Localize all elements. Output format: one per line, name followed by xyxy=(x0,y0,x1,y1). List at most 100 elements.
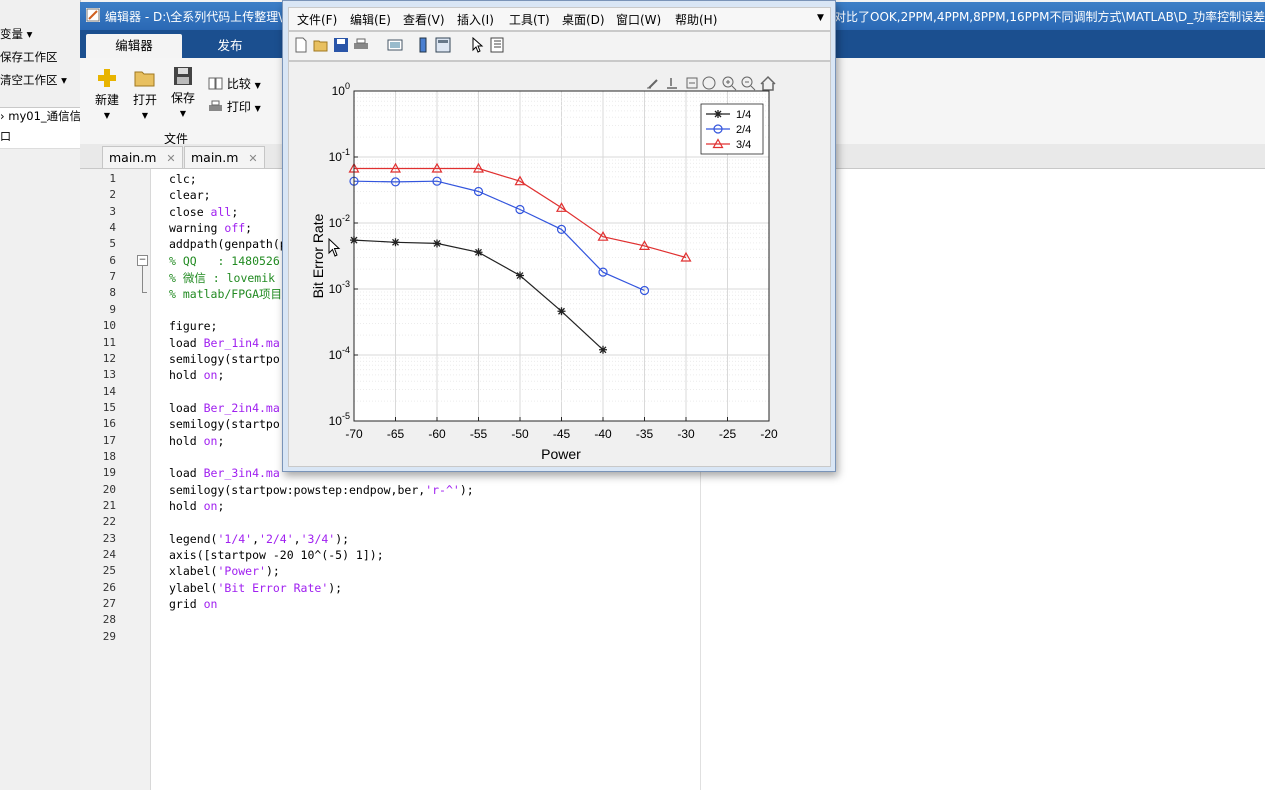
property-inspector-icon[interactable] xyxy=(489,37,505,53)
code-token: off xyxy=(224,221,246,236)
code-line[interactable]: semilogy(startpow:powstep:endpow,ber,'r-… xyxy=(169,483,474,497)
legend[interactable]: 1/4 2/4 3/4 xyxy=(700,103,764,155)
y-tick-label: 10-1 xyxy=(329,147,350,164)
new-figure-icon[interactable] xyxy=(293,37,309,53)
code-line[interactable]: semilogy(startpo xyxy=(169,417,280,431)
home-icon[interactable] xyxy=(760,75,776,91)
code-token: ); xyxy=(265,564,280,579)
link-plot-icon[interactable] xyxy=(387,37,403,53)
code-line[interactable]: legend('1/4','2/4','3/4'); xyxy=(169,532,349,546)
save-button[interactable]: 保存 ▼ xyxy=(168,66,198,118)
zoom-out-icon[interactable] xyxy=(741,76,756,91)
compare-button[interactable]: 比较 ▼ xyxy=(208,75,261,92)
code-line[interactable]: hold on; xyxy=(169,499,224,513)
editor-app-icon xyxy=(86,8,100,22)
save-dropdown-icon[interactable]: ▼ xyxy=(168,109,198,118)
close-icon[interactable]: ✕ xyxy=(166,152,175,165)
code-token: clc; xyxy=(169,172,197,186)
code-token: on xyxy=(203,597,218,612)
code-token: 'Power' xyxy=(217,564,266,579)
code-line[interactable]: axis([startpow -20 10^(-5) 1]); xyxy=(169,548,384,562)
file-tab-main[interactable]: main.m ✕ xyxy=(102,146,183,168)
close-icon[interactable]: ✕ xyxy=(248,152,257,165)
code-token: hold xyxy=(169,433,204,448)
pan-icon[interactable] xyxy=(702,76,716,90)
code-line[interactable]: close all; xyxy=(169,205,238,219)
y-tick-label: 10-5 xyxy=(329,411,350,428)
code-line[interactable]: semilogy(startpo xyxy=(169,352,280,366)
legend-toggle-icon[interactable] xyxy=(435,37,451,53)
code-line[interactable]: load Ber_2in4.ma xyxy=(169,401,280,415)
menu-overflow-icon[interactable]: ▼ xyxy=(817,13,824,23)
code-line[interactable]: load Ber_1in4.ma xyxy=(169,336,280,350)
colorbar-icon[interactable] xyxy=(415,37,431,53)
new-dropdown-icon[interactable]: ▼ xyxy=(92,111,122,120)
workspace-list[interactable]: 口 xyxy=(0,128,80,149)
code-line[interactable]: clear; xyxy=(169,188,211,202)
clear-workspace-button[interactable]: 清空工作区 ▾ xyxy=(0,72,67,88)
line-number: 23 xyxy=(102,531,116,545)
x-tick-label: -20 xyxy=(760,427,778,441)
code-line[interactable]: ylabel('Bit Error Rate'); xyxy=(169,581,342,595)
menu-tools[interactable]: 工具(T) xyxy=(509,11,550,28)
line-number: 18 xyxy=(102,449,116,463)
select-arrow-icon[interactable] xyxy=(469,37,485,53)
zoom-in-icon[interactable] xyxy=(722,76,737,91)
workspace-panel: 变量 ▾ 保存工作区 清空工作区 ▾ › my01_通信信 口 xyxy=(0,0,81,790)
code-token: all xyxy=(210,204,232,219)
code-token: legend( xyxy=(169,531,218,546)
menu-window[interactable]: 窗口(W) xyxy=(616,11,661,28)
y-tick-label: 10-4 xyxy=(329,345,350,362)
save-workspace-button[interactable]: 保存工作区 xyxy=(0,49,58,65)
code-line[interactable]: hold on; xyxy=(169,434,224,448)
code-token: addpath(genpath(p xyxy=(169,237,287,252)
tab-publish[interactable]: 发布 xyxy=(195,34,265,58)
data-point-star xyxy=(433,239,441,248)
code-token: Ber_3in4.ma xyxy=(203,466,280,481)
code-token: ; xyxy=(217,368,225,383)
code-token: , xyxy=(293,531,301,546)
code-line[interactable]: grid on xyxy=(169,597,217,611)
code-line[interactable]: xlabel('Power'); xyxy=(169,564,280,578)
code-token: ; xyxy=(231,204,239,219)
code-line[interactable]: hold on; xyxy=(169,368,224,382)
code-line[interactable]: figure; xyxy=(169,319,217,333)
open-button[interactable]: 打开 ▼ xyxy=(130,68,160,120)
line-number: 2 xyxy=(109,188,116,202)
code-line[interactable]: % 微信 : lovemik xyxy=(169,270,275,286)
menu-file[interactable]: 文件(F) xyxy=(297,11,337,28)
line-number: 28 xyxy=(102,613,116,627)
code-line[interactable]: % matlab/FPGA项目 xyxy=(169,286,282,302)
tab-editor[interactable]: 编辑器 xyxy=(86,34,182,58)
save-figure-icon[interactable] xyxy=(333,37,349,53)
menu-insert[interactable]: 插入(I) xyxy=(457,11,494,28)
figure-menubar: 文件(F) 编辑(E) 查看(V) 插入(I) 工具(T) 桌面(D) 窗口(W… xyxy=(288,7,831,31)
figure-canvas[interactable]: -70 -65 -60 -55 -50 -45 -40 -35 -30 -25 -20 10-5 10-… xyxy=(288,61,831,467)
code-line[interactable]: % QQ : 1480526 xyxy=(169,254,280,268)
code-line[interactable]: load Ber_3in4.ma xyxy=(169,466,280,480)
open-file-icon[interactable] xyxy=(313,37,329,53)
x-tick-label: -45 xyxy=(553,427,571,441)
variable-menu[interactable]: 变量 ▾ xyxy=(0,26,32,42)
line-number: 1 xyxy=(109,172,116,185)
x-tick-label: -60 xyxy=(428,427,446,441)
menu-edit[interactable]: 编辑(E) xyxy=(350,11,391,28)
new-label: 新建 xyxy=(94,93,119,107)
print-button[interactable]: 打印 ▼ xyxy=(208,98,261,115)
file-tab-main-2[interactable]: main.m ✕ xyxy=(184,146,265,168)
code-line[interactable]: addpath(genpath(p xyxy=(169,237,287,251)
y-tick-label: 10-2 xyxy=(329,213,350,230)
brush-icon[interactable] xyxy=(647,79,658,89)
datatip-icon[interactable] xyxy=(667,78,677,89)
code-line[interactable]: warning off; xyxy=(169,221,252,235)
code-line[interactable]: clc; xyxy=(169,172,197,186)
menu-view[interactable]: 查看(V) xyxy=(403,11,445,28)
menu-desktop[interactable]: 桌面(D) xyxy=(562,11,605,28)
plot-edit-icon[interactable] xyxy=(686,77,698,89)
print-figure-icon[interactable] xyxy=(353,37,369,53)
current-folder-path[interactable]: › my01_通信信 xyxy=(0,107,80,129)
menu-help[interactable]: 帮助(H) xyxy=(675,11,717,28)
open-dropdown-icon[interactable]: ▼ xyxy=(130,111,160,120)
ber-chart[interactable]: -70 -65 -60 -55 -50 -45 -40 -35 -30 -25 -20 10-5 10-… xyxy=(289,62,830,466)
new-button[interactable]: 新建 ▼ xyxy=(92,68,122,120)
